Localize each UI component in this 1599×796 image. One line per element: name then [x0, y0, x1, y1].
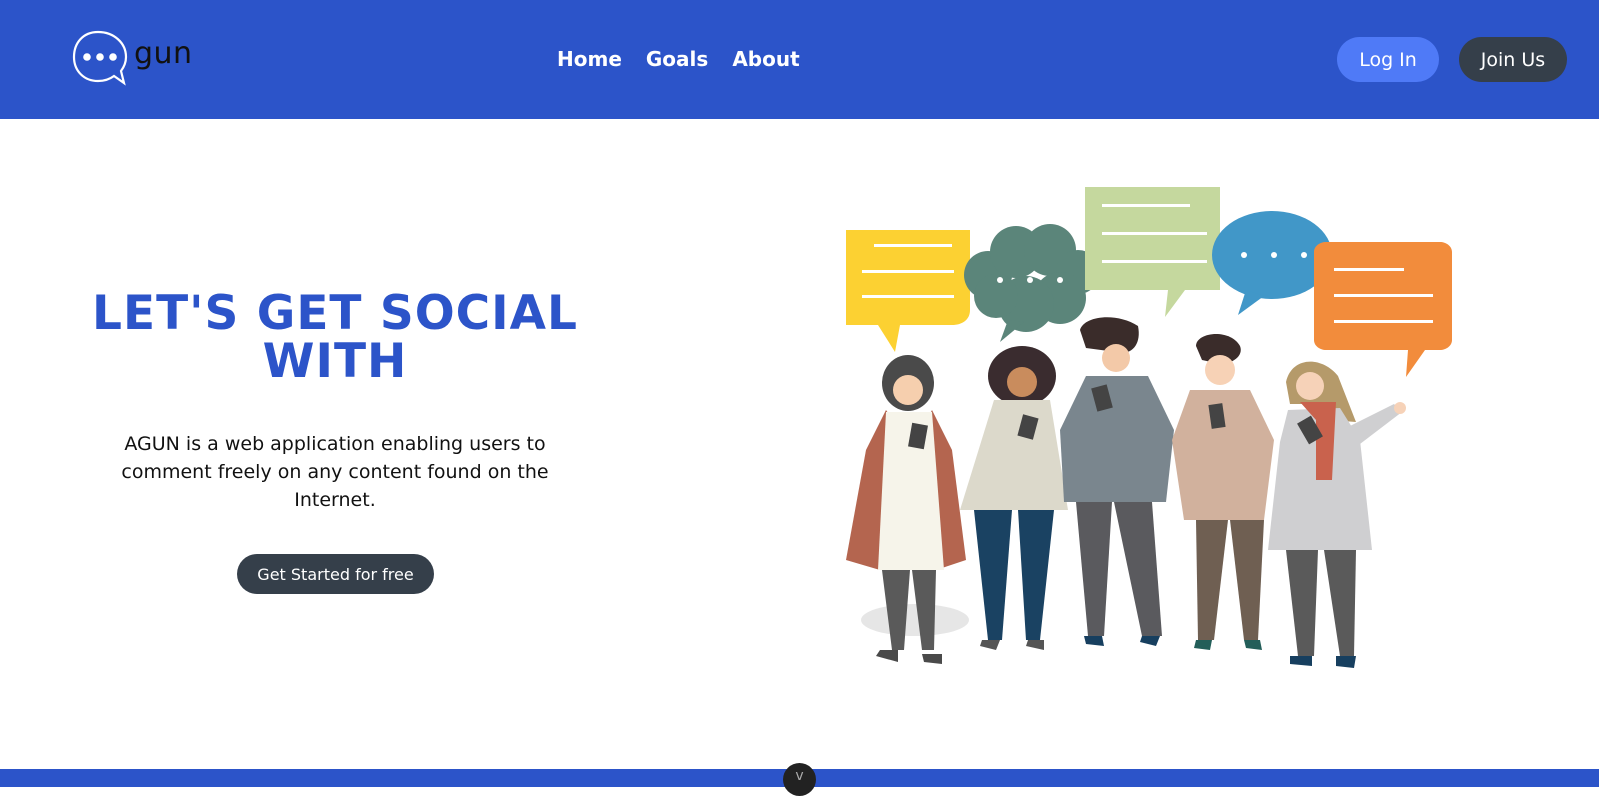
people-chatting-illustration: [846, 187, 1452, 668]
hero-description: AGUN is a web application enabling users…: [121, 433, 549, 511]
join-button[interactable]: Join Us: [1459, 37, 1567, 82]
get-started-button[interactable]: Get Started for free: [237, 554, 434, 594]
nav-about-link[interactable]: About: [732, 47, 799, 71]
navbar: gun Home Goals About Log In Join Us: [0, 0, 1599, 119]
logo-text: gun: [134, 36, 193, 71]
nav-goals-link[interactable]: Goals: [646, 47, 708, 71]
logo[interactable]: gun: [72, 30, 192, 88]
nav-home-link[interactable]: Home: [557, 47, 622, 71]
hero-title: LET'S GET SOCIAL WITH: [92, 286, 578, 389]
login-button[interactable]: Log In: [1337, 37, 1439, 82]
chevron-down-icon[interactable]: v: [783, 763, 816, 796]
main-nav: Home Goals About: [557, 47, 800, 71]
chat-bubble-logo-icon: [72, 30, 128, 86]
